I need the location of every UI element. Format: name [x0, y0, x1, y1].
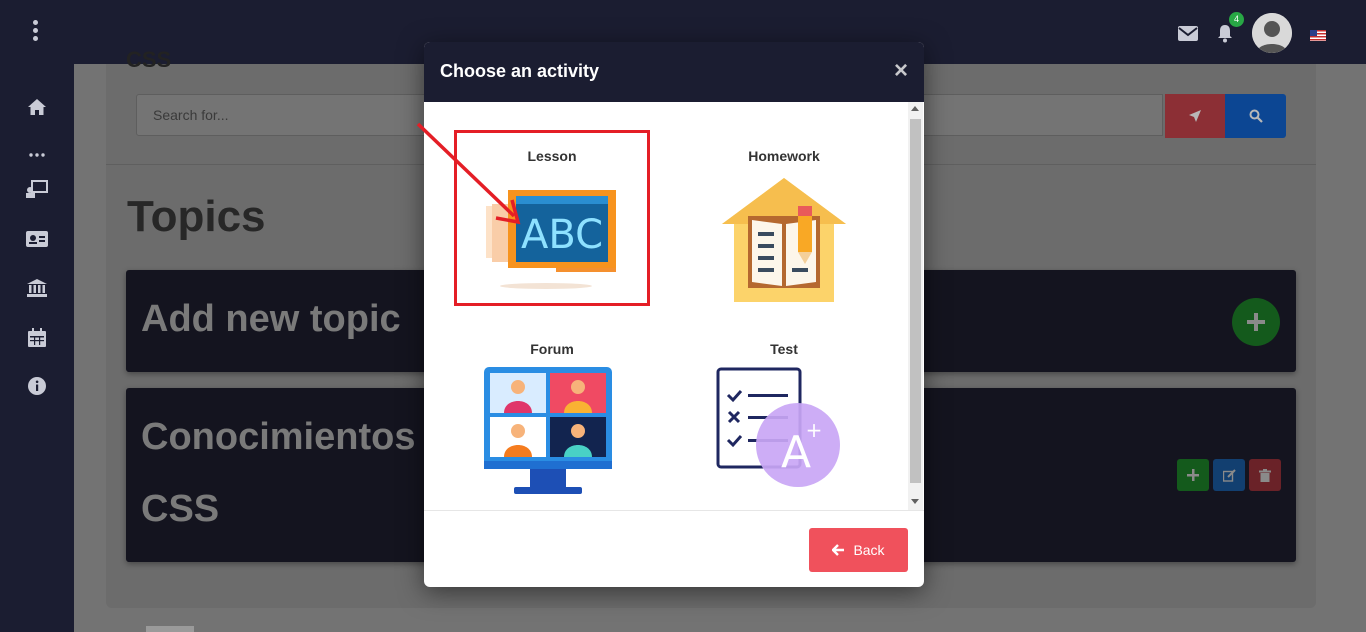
scroll-up-icon[interactable]: [911, 106, 919, 111]
more-dots-icon[interactable]: [26, 144, 48, 166]
modal-footer: Back: [424, 510, 924, 587]
modal-header: Choose an activity ×: [424, 42, 924, 102]
video-conference-monitor-icon: [484, 367, 620, 497]
homework-house-book-icon: [716, 174, 852, 304]
close-icon[interactable]: ×: [894, 59, 908, 83]
breadcrumb: CSS: [126, 47, 172, 72]
activity-homework[interactable]: Homework: [686, 130, 882, 306]
home-icon[interactable]: [26, 96, 48, 118]
menu-dots-icon[interactable]: [33, 20, 39, 44]
institution-icon[interactable]: [26, 277, 48, 299]
back-button[interactable]: Back: [809, 528, 908, 572]
topic-name: Conocimientos: [141, 416, 416, 458]
edit-icon: [1222, 468, 1236, 482]
notification-badge: 4: [1229, 11, 1244, 27]
modal-scrollbar[interactable]: [908, 102, 923, 510]
abc-board-icon: ABC: [484, 174, 620, 304]
info-icon[interactable]: [26, 375, 48, 397]
avatar[interactable]: [1252, 13, 1292, 53]
sidebar: [0, 64, 74, 632]
search-button[interactable]: [1225, 94, 1286, 138]
svg-text:+: +: [806, 418, 823, 442]
activity-test[interactable]: Test A +: [686, 323, 882, 499]
send-button[interactable]: [1165, 94, 1225, 138]
calendar-icon[interactable]: [26, 326, 48, 348]
plus-icon: [1247, 313, 1265, 331]
scroll-thumb[interactable]: [910, 119, 921, 483]
activity-label: Lesson: [527, 148, 577, 164]
edit-topic-button[interactable]: [1213, 459, 1245, 491]
activity-label: Forum: [530, 341, 574, 357]
modal-title: Choose an activity: [440, 61, 600, 81]
scroll-down-icon[interactable]: [911, 499, 919, 504]
activity-label: Homework: [748, 148, 820, 164]
svg-text:ABC: ABC: [521, 212, 603, 258]
choose-activity-modal: Choose an activity × Lesson ABC Homework…: [424, 42, 924, 587]
scroll-remnant: [146, 626, 194, 632]
id-card-icon[interactable]: [26, 228, 48, 250]
checklist-grade-icon: A +: [716, 367, 852, 497]
modal-body: Lesson ABC Homework Forum Test A +: [424, 102, 924, 510]
search-icon: [1249, 109, 1263, 123]
bell-icon[interactable]: 4: [1216, 11, 1244, 43]
activity-lesson[interactable]: Lesson ABC: [454, 130, 650, 306]
arrow-left-icon: [832, 544, 845, 556]
us-flag-icon[interactable]: [1310, 28, 1326, 41]
page-title: Topics: [127, 192, 266, 241]
add-topic-button[interactable]: [1232, 298, 1280, 346]
plus-icon: [1187, 469, 1199, 481]
topic-subname: CSS: [141, 488, 220, 530]
add-topic-label: Add new topic: [141, 298, 401, 340]
add-activity-button[interactable]: [1177, 459, 1209, 491]
paper-plane-icon: [1189, 110, 1201, 122]
trash-icon: [1259, 468, 1271, 482]
classroom-icon[interactable]: [26, 178, 48, 200]
activity-label: Test: [770, 341, 798, 357]
delete-topic-button[interactable]: [1249, 459, 1281, 491]
activity-forum[interactable]: Forum: [454, 323, 650, 499]
envelope-icon[interactable]: [1178, 25, 1198, 41]
back-label: Back: [853, 542, 885, 558]
